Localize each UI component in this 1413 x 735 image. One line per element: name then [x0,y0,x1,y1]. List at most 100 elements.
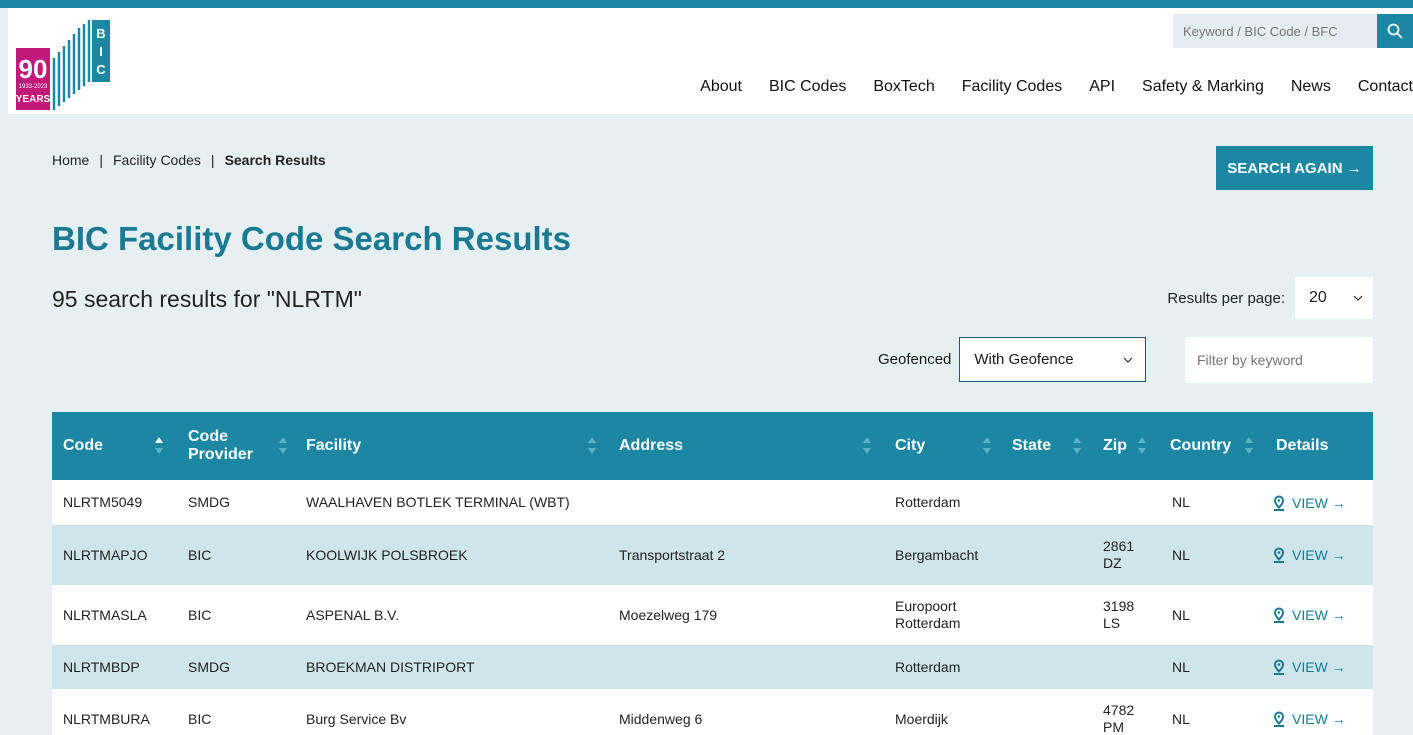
cell-zip: 3198 LS [1103,598,1135,631]
map-pin-icon [1273,494,1285,511]
svg-text:1933-2023: 1933-2023 [19,84,48,90]
map-pin-icon [1273,607,1285,623]
view-details-link[interactable]: VIEW → [1272,585,1346,645]
cell-facility: ASPENAL B.V. [306,606,400,623]
nav-boxtech[interactable]: BoxTech [873,78,934,96]
nav-news[interactable]: News [1291,78,1331,96]
search-again-button[interactable]: SEARCH AGAIN → [1216,146,1373,190]
search-icon [1387,23,1403,39]
nav-api[interactable]: API [1089,78,1115,96]
top-accent-bar [0,0,1413,8]
sort-asc-icon[interactable] [154,434,164,458]
view-link-label: VIEW → [1292,494,1346,511]
bic-90-years-logo[interactable]: 90 1933-2023 YEARS B I C [14,18,114,114]
cell-city: Europoort Rotterdam [895,598,961,631]
cell-facility: Burg Service Bv [306,710,407,727]
cell-code: NLRTMBDP [63,658,140,675]
col-header-facility[interactable]: Facility [306,412,361,480]
cell-country: NL [1172,710,1190,727]
cell-code: NLRTMASLA [63,606,147,623]
sort-icon[interactable] [587,434,597,458]
breadcrumb: Home | Facility Codes | Search Results [52,152,326,168]
table-row: NLRTMBURA BIC Burg Service Bv Middenweg … [52,689,1373,735]
cell-facility: WAALHAVEN BOTLEK TERMINAL (WBT) [306,494,570,510]
chevron-down-icon [1123,357,1133,363]
view-details-link[interactable]: VIEW → [1272,689,1346,735]
cell-provider: SMDG [188,658,230,675]
cell-provider: BIC [188,710,212,727]
breadcrumb-current: Search Results [224,152,326,168]
nav-facility-codes[interactable]: Facility Codes [962,78,1062,96]
cell-address: Transportstraat 2 [619,546,726,563]
view-details-link[interactable]: VIEW → [1272,525,1346,585]
cell-facility: BROEKMAN DISTRIPORT [306,658,475,675]
table-row: NLRTMAPJO BIC KOOLWIJK POLSBROEK Transpo… [52,525,1373,585]
geofence-select[interactable]: With Geofence [959,337,1147,382]
header-search-input[interactable] [1173,14,1377,48]
cell-city: Bergambacht [895,546,979,563]
svg-text:C: C [96,62,106,77]
col-header-details: Details [1276,437,1329,454]
cell-code: NLRTM5049 [63,494,143,510]
map-pin-icon [1273,547,1285,563]
nav-safety-marking[interactable]: Safety & Marking [1142,78,1264,96]
view-link-label: VIEW → [1292,711,1346,727]
search-button[interactable] [1377,14,1413,48]
cell-address: Moezelweg 179 [619,606,718,623]
main-content: Home | Facility Codes | Search Results S… [8,114,1413,735]
page-title: BIC Facility Code Search Results [52,220,571,257]
col-header-country[interactable]: Country [1170,412,1231,480]
breadcrumb-separator: | [210,152,215,168]
breadcrumb-home[interactable]: Home [52,152,89,168]
header-search [1173,14,1413,48]
svg-text:B: B [96,26,105,41]
view-link-label: VIEW → [1292,607,1346,623]
cell-city: Rotterdam [895,658,961,675]
cell-provider: BIC [188,606,212,623]
nav-bic-codes[interactable]: BIC Codes [769,78,846,96]
col-header-city[interactable]: City [895,412,925,480]
filter-keyword-input[interactable] [1185,337,1373,383]
cell-facility: KOOLWIJK POLSBROEK [306,546,468,563]
results-per-page-label: Results per page: [1167,289,1285,307]
nav-about[interactable]: About [700,78,742,96]
sort-icon[interactable] [862,434,872,458]
geofence-filter: Geofenced With Geofence [878,337,1147,382]
col-header-zip[interactable]: Zip [1103,412,1127,480]
geofence-label: Geofenced [878,351,952,368]
sort-icon[interactable] [1072,434,1082,458]
table-row: NLRTMASLA BIC ASPENAL B.V. Moezelweg 179… [52,585,1373,645]
sort-icon[interactable] [278,434,288,458]
main-nav: About BIC Codes BoxTech Facility Codes A… [700,78,1413,96]
left-edge-strip [0,8,8,735]
geofence-value: With Geofence [974,351,1074,368]
breadcrumb-facility-codes[interactable]: Facility Codes [113,152,201,168]
col-header-code-provider[interactable]: Code Provider [188,412,268,480]
col-header-address[interactable]: Address [619,412,683,480]
breadcrumb-separator: | [99,152,103,168]
cell-zip: 4782 PM [1103,702,1135,735]
sort-icon[interactable] [982,434,992,458]
cell-country: NL [1172,658,1190,675]
col-header-code[interactable]: Code [63,412,103,480]
view-details-link[interactable]: VIEW → [1272,645,1346,689]
table-header: Code Code Provider Facility Address City… [52,412,1373,480]
cell-city: Rotterdam [895,494,961,510]
cell-provider: BIC [188,546,212,563]
cell-city: Moerdijk [895,710,948,727]
results-per-page-value: 20 [1309,289,1327,306]
col-header-state[interactable]: State [1012,412,1051,480]
results-per-page-select[interactable]: 20 [1295,277,1373,319]
cell-country: NL [1172,546,1190,563]
cell-address: Middenweg 6 [619,710,703,727]
nav-contact[interactable]: Contact [1358,78,1413,96]
view-link-label: VIEW → [1292,547,1346,563]
map-pin-icon [1273,711,1285,727]
svg-text:90: 90 [19,54,48,84]
table-row: NLRTMBDP SMDG BROEKMAN DISTRIPORT Rotter… [52,645,1373,689]
site-header: 90 1933-2023 YEARS B I C Keyword / BIC C… [8,8,1413,114]
sort-icon[interactable] [1244,434,1254,458]
sort-icon[interactable] [1137,434,1147,458]
view-details-link[interactable]: VIEW → [1272,480,1346,525]
cell-country: NL [1172,494,1190,510]
